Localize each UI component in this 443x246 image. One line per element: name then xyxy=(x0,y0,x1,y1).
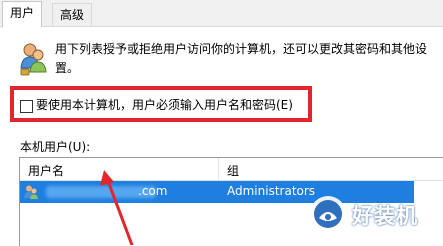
tab-users[interactable]: 用户 xyxy=(2,1,43,27)
row-username: .com xyxy=(138,184,168,198)
require-login-checkbox[interactable] xyxy=(20,100,33,113)
tab-strip: 用户 高级 xyxy=(0,0,443,27)
column-header-group[interactable]: 组 xyxy=(227,162,239,179)
description-text: 用下列表授予或拒绝用户访问你的计算机，还可以更改其密码和其他设置。 xyxy=(55,42,428,75)
watermark: 好装机 xyxy=(300,188,440,244)
watermark-logo-icon xyxy=(310,196,346,232)
watermark-text: 好装机 xyxy=(352,204,418,228)
local-users-label: 本机用户(U): xyxy=(20,140,91,154)
column-header-username[interactable]: 用户名 xyxy=(28,162,64,179)
list-header: 用户名 组 xyxy=(20,158,443,181)
require-login-label[interactable]: 要使用本计算机，用户必须输入用户名和密码(E) xyxy=(36,97,293,113)
user-icon xyxy=(24,185,38,199)
users-icon xyxy=(20,43,47,76)
column-separator[interactable] xyxy=(218,158,219,180)
tab-advanced[interactable]: 高级 xyxy=(52,3,93,26)
